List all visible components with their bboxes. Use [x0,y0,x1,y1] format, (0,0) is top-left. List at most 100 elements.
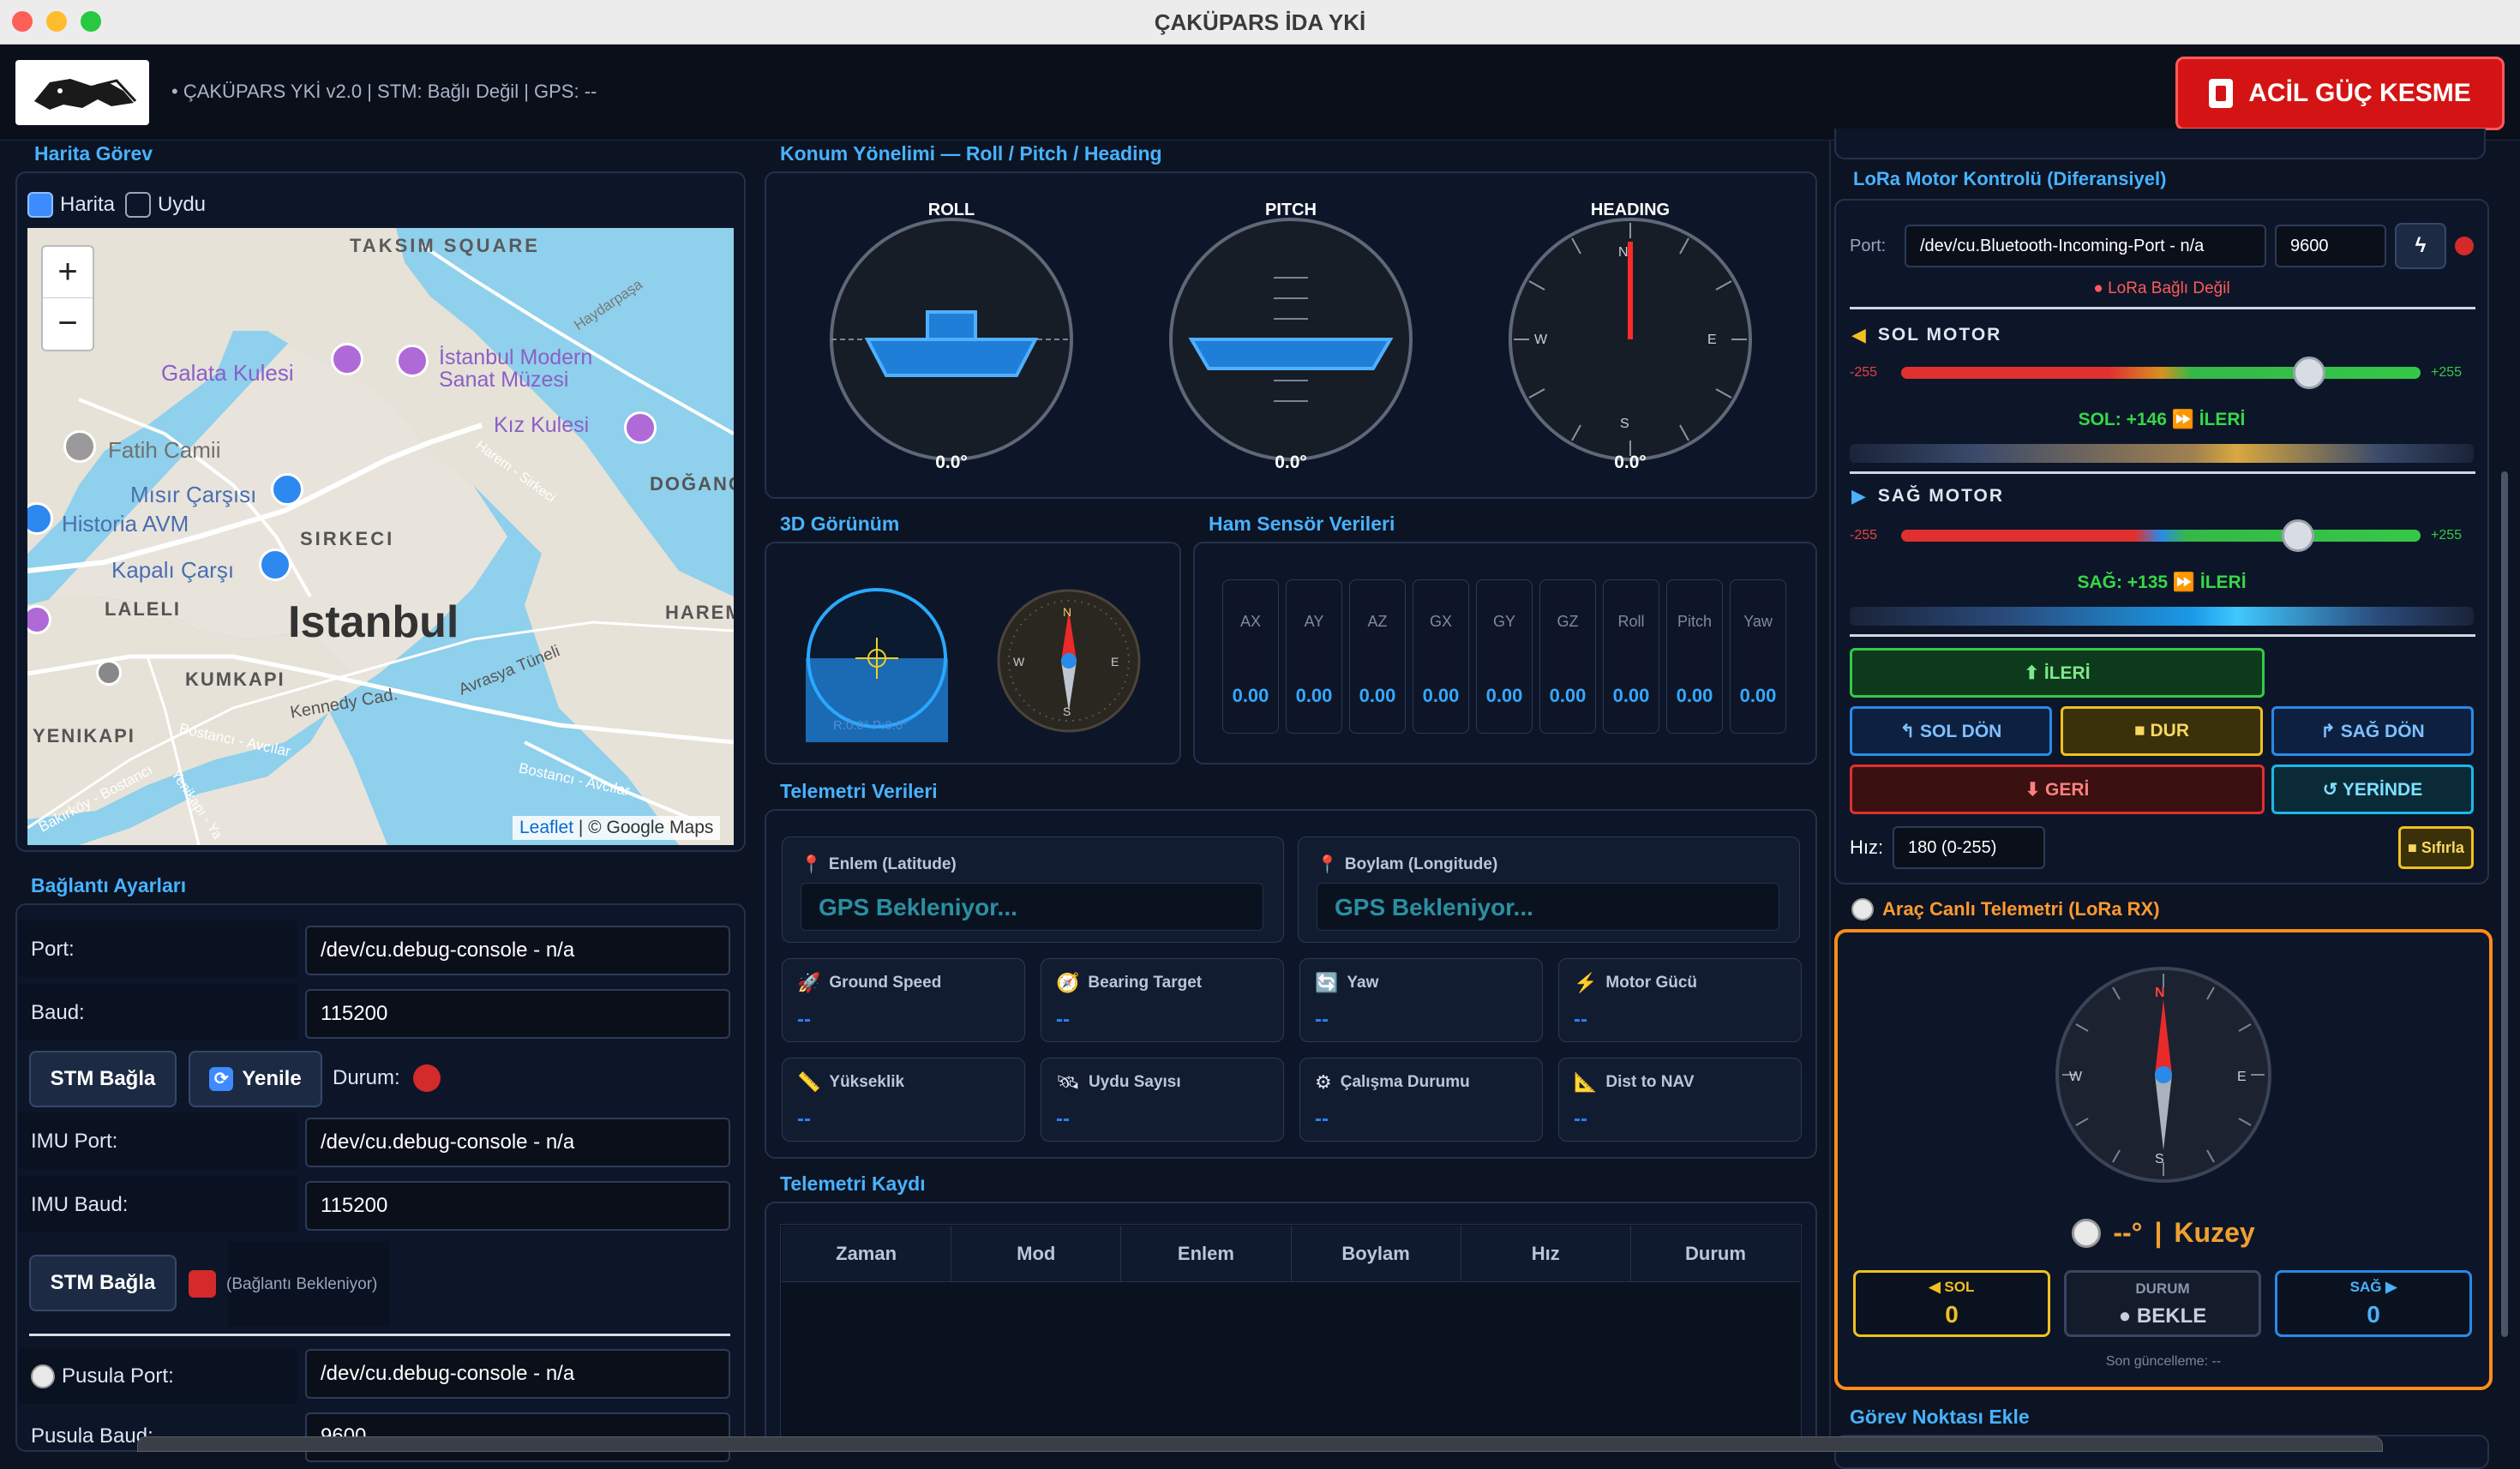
museum-pin-icon[interactable] [396,345,429,377]
gauge-icon [1851,898,1874,920]
imu-stm-connect-button[interactable]: STM Bağla [29,1255,177,1311]
lora-baud-select[interactable]: 9600 [2275,225,2386,267]
sensor-tile: Pitch 0.00 [1666,579,1723,734]
heading-n: N [1618,245,1629,260]
divider [1850,307,2475,309]
stop-button[interactable]: ■ DUR [2061,706,2263,756]
sensor-tile: Yaw 0.00 [1730,579,1786,734]
compass-port-select[interactable]: /dev/cu.debug-console - n/a [305,1349,730,1399]
stm-connect-button[interactable]: STM Bağla [29,1051,177,1107]
log-col-mode[interactable]: Mod [951,1226,1122,1281]
lora-port-select[interactable]: /dev/cu.Bluetooth-Incoming-Port - n/a [1905,225,2266,267]
refresh-button[interactable]: ⟳ Yenile [189,1051,322,1107]
turn-left-button[interactable]: ↰ SOL DÖN [1850,706,2052,756]
altitude-header: 📏 Yükseklik [797,1071,905,1093]
map-label-laleli: LALELI [105,598,181,620]
previous-panel-bottom [1834,129,2486,159]
column-divider [1829,141,1831,1452]
imu-port-select[interactable]: /dev/cu.debug-console - n/a [305,1118,730,1167]
lora-connect-button[interactable]: ϟ [2395,223,2446,269]
right-motor-slider[interactable] [1901,530,2421,542]
rocket-icon: 🚀 [797,972,821,993]
baud-select[interactable]: 115200 [305,989,730,1039]
sensor-grid: AX 0.00 AY 0.00 AZ 0.00 GX 0.00 GY 0.00 GZ 0.0… [1222,579,1786,734]
dist-to-nav-header: 📐 Dist to NAV [1574,1071,1695,1093]
sensor-tile: GY 0.00 [1476,579,1533,734]
lora-section-title: LoRa Motor Kontrolü (Diferansiyel) [1853,168,2167,189]
left-motor-readout: SOL: +146 ⏩ İLERİ [2078,410,2246,429]
imu-port-label: IMU Port: [31,1130,118,1153]
map-label-galata: Galata Kulesi [161,360,294,386]
shopping-pin-icon[interactable] [271,473,303,506]
turn-right-button[interactable]: ↱ SAĞ DÖN [2271,706,2474,756]
speed-input[interactable]: 180 (0-255) [1893,826,2045,869]
log-col-lat[interactable]: Enlem [1121,1226,1292,1281]
arrow-right-icon: ▶ [1851,485,1866,507]
live-compass-w: W [2069,1070,2083,1084]
mosque-pin-icon[interactable] [63,430,96,463]
satellite-count-value: -- [1056,1107,1070,1130]
log-col-lon[interactable]: Boylam [1292,1226,1461,1281]
zoom-out-button[interactable]: − [43,298,93,350]
refresh-icon: ⟳ [209,1067,234,1091]
waypoint-section-title: Görev Noktası Ekle [1850,1406,2030,1428]
left-motor-slider[interactable] [1901,367,2421,379]
emergency-power-cut-button[interactable]: ACİL GÜÇ KESME [2175,57,2505,130]
sensor-tile: AZ 0.00 [1349,579,1406,734]
telemetry-section-title: Telemetri Verileri [780,780,938,802]
map-view[interactable]: + − TAKSIM SQUARE Galata Kulesi İstanbul… [27,228,734,845]
baud-label: Baud: [31,1001,85,1024]
divider [29,1334,730,1336]
map-label-misir: Mısır Çarşısı [130,482,257,507]
bearing-target-card [1041,958,1284,1042]
forward-button[interactable]: ⬆ İLERİ [1850,648,2265,698]
radio-checked-icon [27,192,53,218]
bolt-icon: ⚡ [1574,972,1598,993]
tower-pin-icon[interactable] [624,411,657,444]
sensor-tile: AX 0.00 [1222,579,1279,734]
port-select[interactable]: /dev/cu.debug-console - n/a [305,926,730,975]
imu-baud-select[interactable]: 115200 [305,1181,730,1231]
map-label-yenikapi: YENIKAPI [33,725,135,746]
view3d-section-title: 3D Görünüm [780,513,900,535]
log-col-time[interactable]: Zaman [782,1226,952,1281]
left-motor-header: ◀ SOL MOTOR [1851,324,2002,345]
live-heading-row: --° | Kuzey [1834,1217,2493,1249]
view3d-readout: R:0.0° P:0.0° [833,718,909,733]
map-section-title: Harita Görev [34,142,153,165]
scrollbar-thumb[interactable] [2501,471,2508,1337]
compass-icon: 🧭 [1056,972,1080,993]
rotate-in-place-button[interactable]: ↺ YERİNDE [2271,764,2474,814]
back-button[interactable]: ⬇ GERİ [1850,764,2265,814]
landmark-pin-icon[interactable] [331,343,363,375]
live-state-label: DURUM [2135,1280,2190,1297]
satellite-count-header: 🛰 Uydu Sayısı [1056,1071,1181,1093]
station-pin-icon[interactable] [96,660,122,686]
bazaar-pin-icon[interactable] [259,549,291,581]
log-col-speed[interactable]: Hız [1461,1226,1631,1281]
operation-state-card [1299,1058,1543,1142]
altitude-value: -- [797,1107,811,1130]
altitude-card [782,1058,1025,1142]
leaflet-link[interactable]: Leaflet [519,818,573,837]
map-mode-satellite-option[interactable]: Uydu [125,192,206,218]
reset-button[interactable]: ■ Sıfırla [2398,826,2474,869]
log-col-status[interactable]: Durum [1631,1226,1800,1281]
pin-icon: 📍 [801,855,822,874]
live-right-value: 0 [2367,1301,2380,1328]
imu-baud-label: IMU Baud: [31,1193,129,1216]
map-mode-map-option[interactable]: Harita [27,192,115,218]
heading-s: S [1620,417,1629,431]
left-motor-power-bar [1850,444,2474,463]
sensor-tile: GX 0.00 [1413,579,1469,734]
map-label-kiz-kulesi: Kız Kulesi [494,413,590,437]
map-label-kumkapi: KUMKAPI [185,669,285,690]
dist-to-nav-card [1558,1058,1802,1142]
speed-label: Hız: [1850,836,1884,858]
ground-speed-card [782,958,1025,1042]
satellite-icon: 🛰 [1056,1071,1080,1093]
live-left-value: 0 [1945,1301,1959,1328]
roll-gauge [828,216,1075,467]
zoom-in-button[interactable]: + [43,247,93,298]
compass-port-label-row: Pusula Port: [31,1364,174,1388]
